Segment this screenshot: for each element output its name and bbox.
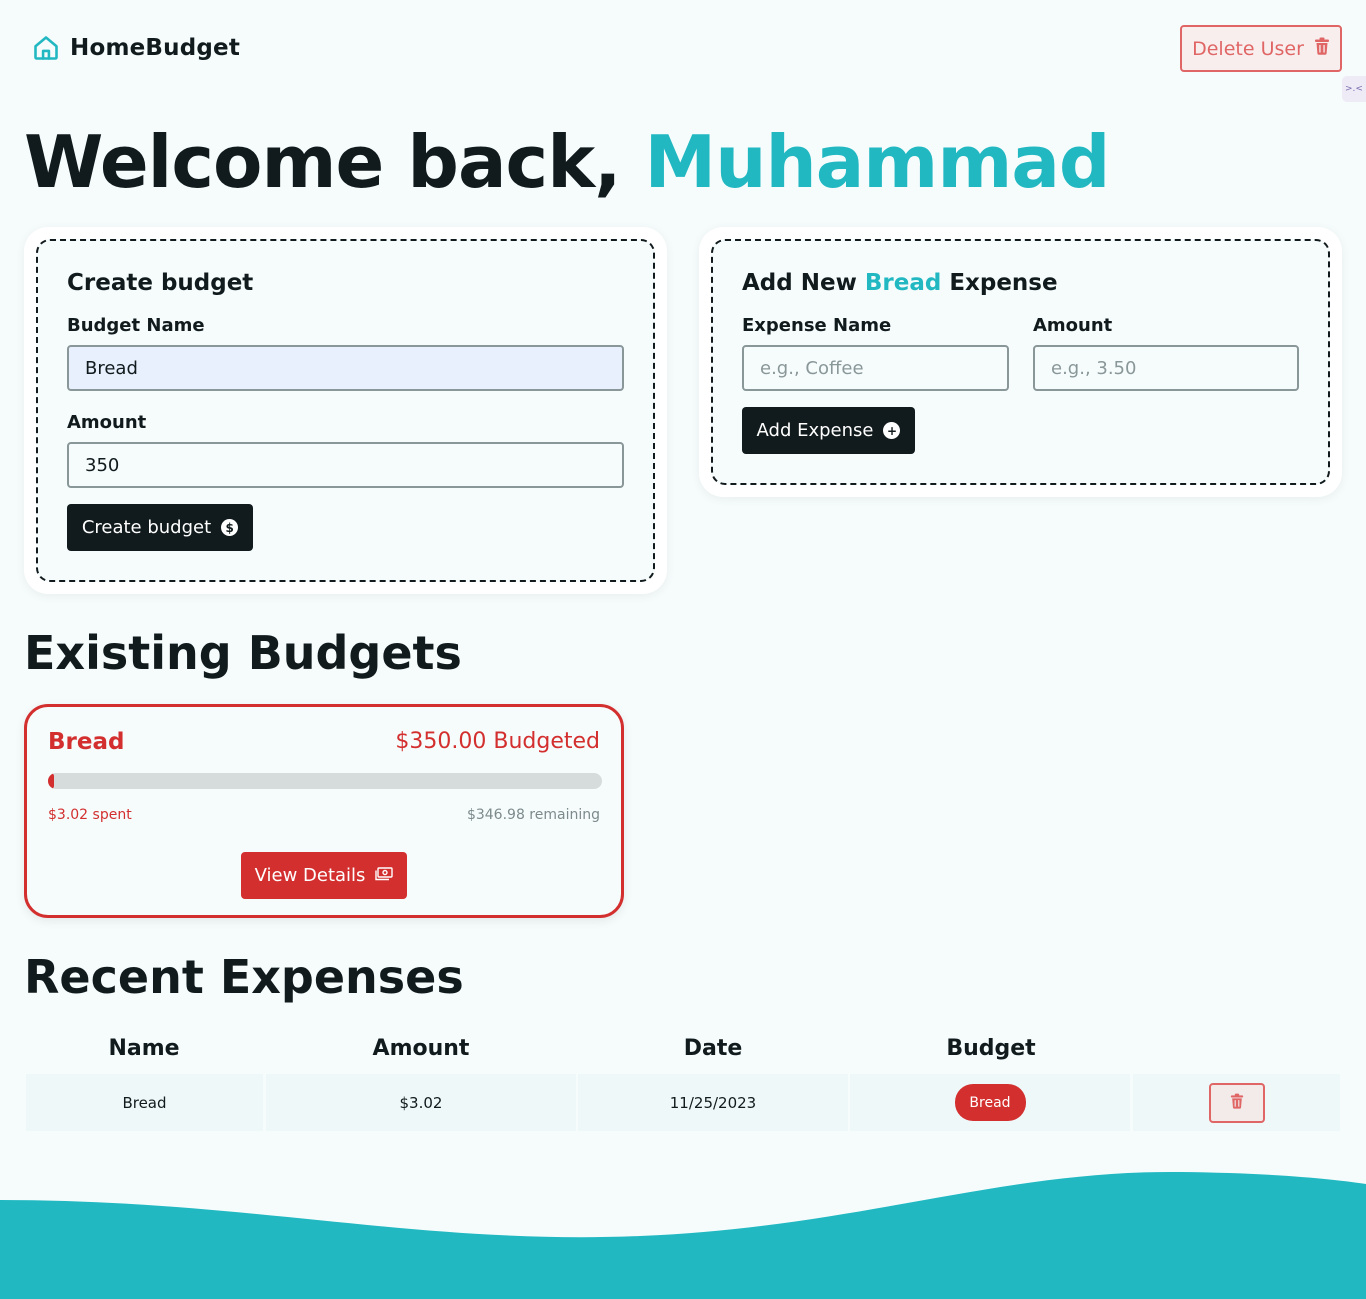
home-icon xyxy=(32,34,60,62)
expense-amount-input[interactable]: e.g., 3.50 xyxy=(1033,345,1299,391)
view-details-button[interactable]: View Details xyxy=(241,852,407,899)
budget-card: Bread $350.00 Budgeted $3.02 spent $346.… xyxy=(24,704,624,918)
column-header-budget: Budget xyxy=(946,1036,1036,1061)
add-expense-title: Add New Bread Expense xyxy=(742,270,1058,296)
cell-actions xyxy=(1133,1074,1340,1131)
cell-name: Bread xyxy=(26,1074,263,1131)
plus-circle-icon: + xyxy=(883,422,901,439)
welcome-prefix: Welcome back, xyxy=(24,120,645,204)
existing-budgets-heading: Existing Budgets xyxy=(24,626,462,680)
welcome-user-name: Muhammad xyxy=(644,120,1111,204)
column-header-amount: Amount xyxy=(372,1036,470,1061)
budget-progress-bar xyxy=(48,773,602,789)
expense-name-label: Expense Name xyxy=(742,315,892,336)
delete-user-label: Delete User xyxy=(1192,37,1304,60)
budget-remaining: $346.98 remaining xyxy=(466,807,600,823)
brand-link[interactable]: HomeBudget xyxy=(32,34,240,62)
delete-user-button[interactable]: Delete User xyxy=(1180,25,1342,72)
table-row: Bread $3.02 11/25/2023 Bread xyxy=(24,1074,1342,1131)
create-budget-form: Create budget Budget Name Bread Amount 3… xyxy=(36,239,655,582)
cell-date: 11/25/2023 xyxy=(578,1074,848,1131)
trash-icon xyxy=(1230,1093,1244,1113)
add-expense-button[interactable]: Add Expense + xyxy=(742,407,915,454)
add-expense-card: Add New Bread Expense Expense Name e.g.,… xyxy=(699,227,1342,497)
budget-amount-label: Amount xyxy=(67,412,147,433)
add-expense-button-label: Add Expense xyxy=(756,420,874,441)
top-nav: HomeBudget Delete User >.< xyxy=(0,0,1366,102)
cell-amount: $3.02 xyxy=(266,1074,576,1131)
side-extension-tab[interactable]: >.< xyxy=(1342,76,1366,102)
budget-progress-fill xyxy=(48,773,54,789)
expense-amount-label: Amount xyxy=(1033,315,1113,336)
brand-label: HomeBudget xyxy=(70,35,241,61)
create-budget-button[interactable]: Create budget $ xyxy=(67,504,253,551)
budget-amount-input[interactable]: 350 xyxy=(67,442,624,488)
column-header-name: Name xyxy=(108,1036,180,1061)
footer-wave xyxy=(0,1171,1366,1299)
column-header-date: Date xyxy=(683,1036,743,1061)
budget-name-input[interactable]: Bread xyxy=(67,345,624,391)
budget-card-amount: $350.00 Budgeted xyxy=(395,729,600,754)
create-budget-title: Create budget xyxy=(67,270,254,296)
delete-expense-button[interactable] xyxy=(1208,1082,1265,1123)
view-details-label: View Details xyxy=(254,865,366,886)
create-budget-button-label: Create budget xyxy=(81,517,212,538)
budget-spent: $3.02 spent xyxy=(48,807,132,823)
add-expense-form: Add New Bread Expense Expense Name e.g.,… xyxy=(711,239,1330,485)
trash-icon xyxy=(1314,37,1330,60)
welcome-heading: Welcome back, Muhammad xyxy=(24,120,1111,204)
budget-name-label: Budget Name xyxy=(67,315,205,336)
add-expense-title-budget: Bread xyxy=(864,270,942,296)
side-tab-label: >.< xyxy=(1345,84,1363,94)
budget-card-name: Bread xyxy=(48,729,125,755)
create-budget-card: Create budget Budget Name Bread Amount 3… xyxy=(24,227,667,594)
expense-name-input[interactable]: e.g., Coffee xyxy=(742,345,1009,391)
cell-budget: Bread xyxy=(850,1074,1130,1131)
budget-link-pill[interactable]: Bread xyxy=(954,1084,1026,1121)
add-expense-title-prefix: Add New xyxy=(742,270,865,296)
dollar-icon: $ xyxy=(221,519,239,536)
add-expense-title-suffix: Expense xyxy=(941,270,1058,296)
banknote-icon xyxy=(375,865,394,886)
recent-expenses-heading: Recent Expenses xyxy=(24,950,464,1004)
